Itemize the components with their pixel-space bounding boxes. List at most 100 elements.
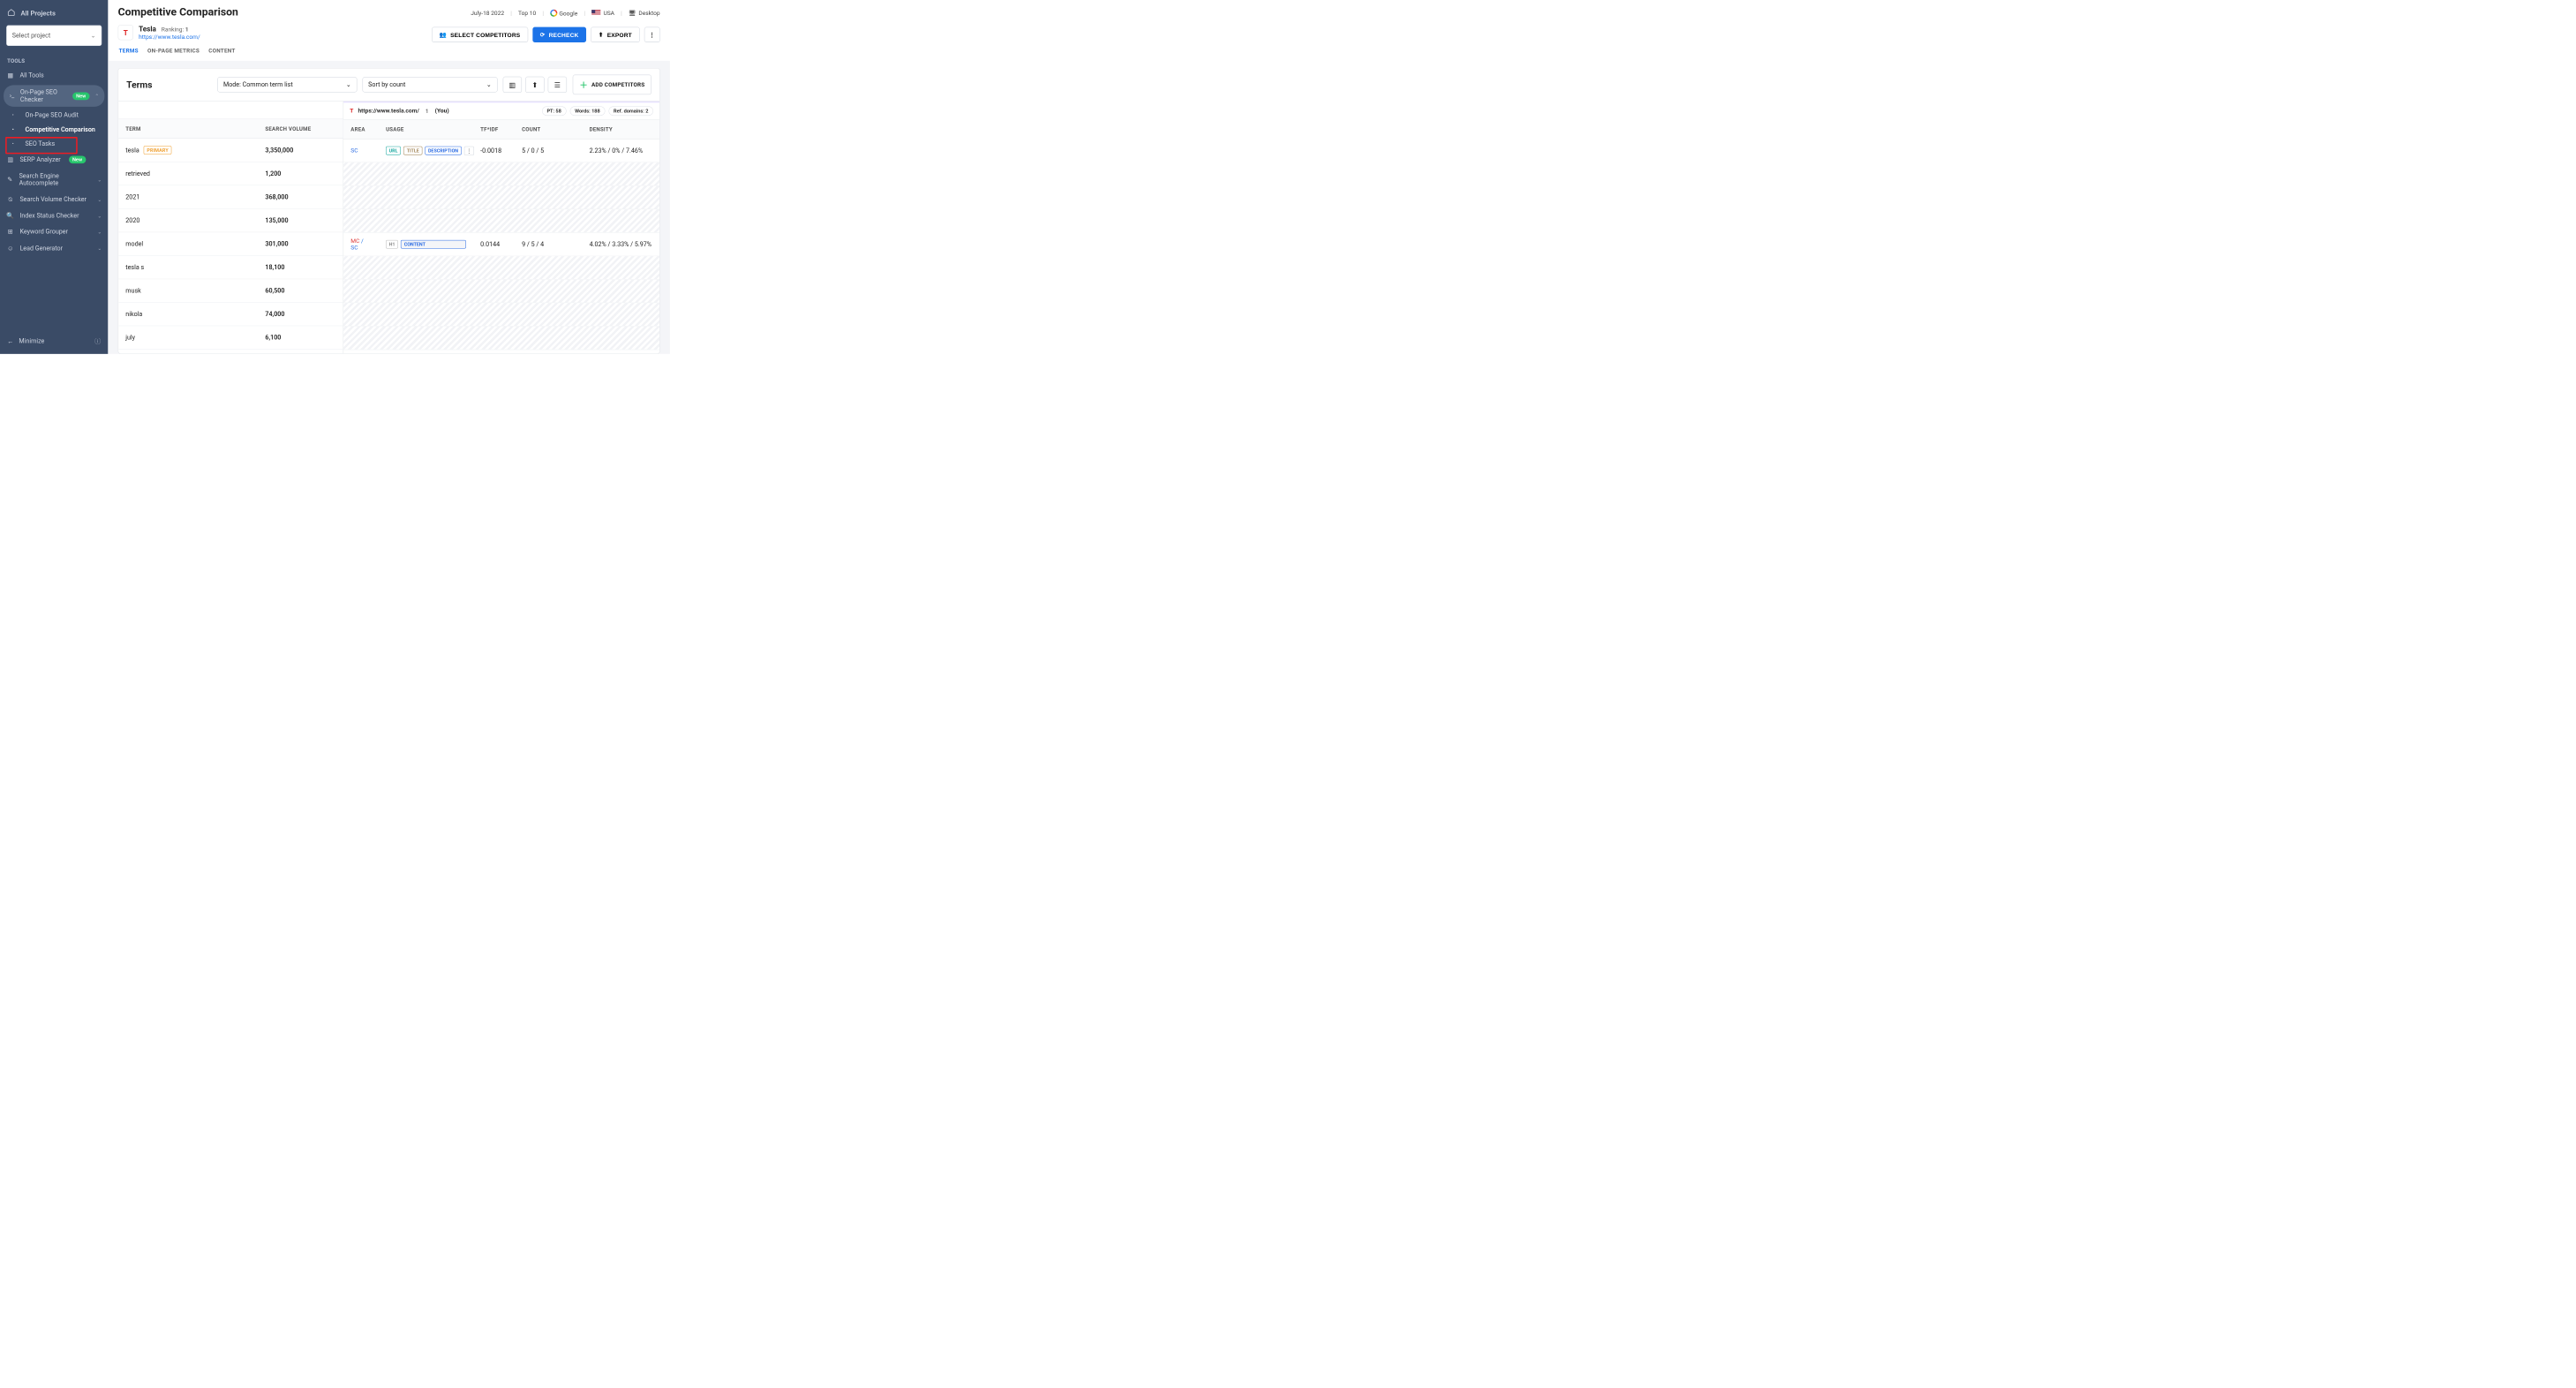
sort-select[interactable]: Sort by count ⌄ bbox=[363, 77, 498, 92]
mode-select-value: Mode: Common term list bbox=[223, 81, 293, 88]
sidebar-item-se-autocomplete[interactable]: ✎ Search Engine Autocomplete ⌄ bbox=[0, 168, 108, 192]
col-tfidf[interactable]: TF*IDF bbox=[473, 120, 515, 139]
table-row[interactable] bbox=[343, 162, 659, 186]
recheck-button[interactable]: ⟳ RECHECK bbox=[532, 27, 586, 42]
col-search-volume[interactable]: SEARCH VOLUME bbox=[258, 119, 343, 138]
upload-icon: ⬆ bbox=[599, 31, 604, 38]
table-row[interactable] bbox=[343, 186, 659, 210]
project-select[interactable]: Select project ⌄ bbox=[6, 26, 102, 46]
sidebar-item-onpage-audit[interactable]: • On-Page SEO Audit bbox=[23, 108, 109, 122]
chevron-down-icon: ⌄ bbox=[98, 177, 102, 183]
more-menu-button[interactable]: ⋮ bbox=[644, 27, 660, 42]
term-cell: musk bbox=[125, 287, 141, 294]
refresh-icon: ⟳ bbox=[540, 31, 546, 38]
density-cell: 2.23% / 0% / 7.46% bbox=[582, 147, 659, 155]
sidebar-item-lead-generator[interactable]: ☺ Lead Generator ⌄ bbox=[0, 240, 108, 257]
table-row[interactable]: MC / SCH1CONTENT0.01449 / 5 / 44.02% / 3… bbox=[343, 233, 659, 257]
table-row[interactable]: 2021 368,000 bbox=[118, 185, 343, 209]
search-volume-cell: 3,350,000 bbox=[258, 147, 343, 154]
sidebar-item-label: Index Status Checker bbox=[19, 212, 79, 219]
sidebar: All Projects Select project ⌄ TOOLS ▦ Al… bbox=[0, 0, 108, 354]
table-row[interactable]: model301,000 bbox=[118, 232, 343, 256]
table-row[interactable] bbox=[343, 209, 659, 233]
sidebar-item-serp-analyzer[interactable]: ▥ SERP Analyzer New bbox=[0, 151, 108, 168]
competitor-header: T https://www.tesla.com/ 1 (You) PT: 58 … bbox=[343, 102, 659, 119]
sidebar-item-onpage-seo-checker[interactable]: ›_ On-Page SEO Checker New ⌃ bbox=[4, 85, 104, 106]
select-competitors-button[interactable]: 👥 SELECT COMPETITORS bbox=[432, 27, 528, 42]
page-header: Competitive Comparison July-18 2022 | To… bbox=[108, 0, 669, 61]
tesla-favicon-icon: T bbox=[350, 108, 353, 115]
sidebar-item-competitive-comparison[interactable]: • Competitive Comparison bbox=[23, 123, 109, 137]
sidebar-item-all-tools[interactable]: ▦ All Tools bbox=[0, 68, 108, 84]
chevron-down-icon: ⌄ bbox=[98, 229, 102, 235]
filter-top[interactable]: Top 10 bbox=[518, 10, 536, 17]
table-row[interactable] bbox=[343, 303, 659, 327]
mode-select[interactable]: Mode: Common term list ⌄ bbox=[217, 77, 357, 92]
table-row[interactable]: SCURLTITLEDESCRIPTION⋮-0.00185 / 0 / 52.… bbox=[343, 140, 659, 163]
sidebar-item-seo-tasks[interactable]: • SEO Tasks bbox=[23, 137, 109, 151]
table-row[interactable]: nikola74,000 bbox=[118, 303, 343, 327]
table-row[interactable]: tesla s18,100 bbox=[118, 256, 343, 280]
project-url[interactable]: https://www.tesla.com/ bbox=[139, 34, 200, 41]
sidebar-item-label: Search Volume Checker bbox=[19, 196, 87, 203]
filter-date[interactable]: July-18 2022 bbox=[471, 10, 504, 17]
term-cell: tesla s bbox=[125, 264, 144, 271]
chevron-down-icon: ⌄ bbox=[346, 81, 351, 88]
search-icon: 🔍 bbox=[6, 212, 14, 219]
columns-toggle-button[interactable]: ▥ bbox=[503, 77, 522, 93]
sidebar-item-sv-checker[interactable]: ⍉ Search Volume Checker ⌄ bbox=[0, 192, 108, 207]
sidebar-item-index-status[interactable]: 🔍 Index Status Checker ⌄ bbox=[0, 207, 108, 223]
terminal-icon: ›_ bbox=[9, 93, 15, 100]
pencil-icon: ✎ bbox=[6, 176, 13, 183]
table-row[interactable]: retrieved1,200 bbox=[118, 162, 343, 186]
filter-engine[interactable]: Google bbox=[550, 9, 577, 17]
table-row[interactable]: 2020135,000 bbox=[118, 209, 343, 233]
tab-content[interactable]: CONTENT bbox=[208, 48, 235, 55]
help-icon[interactable]: ⓘ bbox=[94, 336, 101, 345]
sidebar-item-label: Lead Generator bbox=[19, 245, 63, 252]
plus-icon: ＋ bbox=[580, 79, 588, 90]
sidebar-item-keyword-grouper[interactable]: ⊞ Keyword Grouper ⌄ bbox=[0, 223, 108, 239]
table-row[interactable]: musk60,500 bbox=[118, 279, 343, 303]
filter-button[interactable]: ☰ bbox=[548, 77, 567, 93]
table-row[interactable]: july6,100 bbox=[118, 326, 343, 350]
flag-usa-icon bbox=[591, 10, 600, 16]
export-button[interactable]: ⬆ EXPORT bbox=[591, 27, 639, 42]
chevron-down-icon: ⌄ bbox=[91, 32, 96, 39]
project-chip: T Tesla Ranking: 1 https://www.tesla.com… bbox=[118, 25, 200, 41]
terms-panel: Terms Mode: Common term list ⌄ Sort by c… bbox=[118, 68, 660, 354]
usage-tag: URL bbox=[386, 147, 401, 155]
tab-onpage-metrics[interactable]: ON-PAGE METRICS bbox=[147, 48, 200, 55]
col-density[interactable]: DENSITY bbox=[582, 120, 659, 139]
search-volume-cell: 1,200 bbox=[258, 170, 343, 177]
filter-country[interactable]: USA bbox=[591, 10, 614, 17]
competitor-url[interactable]: https://www.tesla.com/ bbox=[358, 108, 418, 115]
table-row[interactable] bbox=[343, 280, 659, 304]
all-projects-label: All Projects bbox=[20, 9, 55, 17]
col-count[interactable]: COUNT bbox=[515, 120, 583, 139]
table-row[interactable]: teslaPRIMARY3,350,000 bbox=[118, 139, 343, 162]
add-competitors-button[interactable]: ＋ ADD COMPETITORS bbox=[573, 75, 652, 94]
filter-device[interactable]: 🖥Desktop bbox=[629, 10, 660, 17]
term-cell: 2021 bbox=[125, 193, 139, 200]
sidebar-item-label: SERP Analyzer bbox=[19, 156, 60, 163]
google-icon bbox=[550, 9, 557, 16]
col-area[interactable]: AREA bbox=[343, 120, 379, 139]
search-volume-cell: 368,000 bbox=[258, 193, 343, 200]
ranking-label: Ranking: bbox=[162, 26, 184, 34]
table-row[interactable] bbox=[343, 256, 659, 280]
people-icon: ☺ bbox=[6, 245, 14, 253]
minimize-button[interactable]: ← Minimize bbox=[7, 337, 44, 345]
sidebar-item-label: All Tools bbox=[19, 72, 43, 79]
tab-terms[interactable]: TERMS bbox=[119, 48, 139, 55]
upload-button[interactable]: ⬆ bbox=[525, 77, 544, 93]
filter-icon: ☰ bbox=[554, 80, 561, 89]
sidebar-item-label: Keyword Grouper bbox=[19, 229, 68, 236]
chart-icon: ▥ bbox=[6, 156, 14, 163]
col-term[interactable]: TERM bbox=[118, 119, 258, 138]
table-row[interactable] bbox=[343, 327, 659, 351]
all-projects-link[interactable]: All Projects bbox=[0, 0, 108, 23]
col-usage[interactable]: USAGE bbox=[379, 120, 473, 139]
new-badge: New bbox=[72, 92, 89, 100]
primary-badge: PRIMARY bbox=[144, 146, 172, 155]
